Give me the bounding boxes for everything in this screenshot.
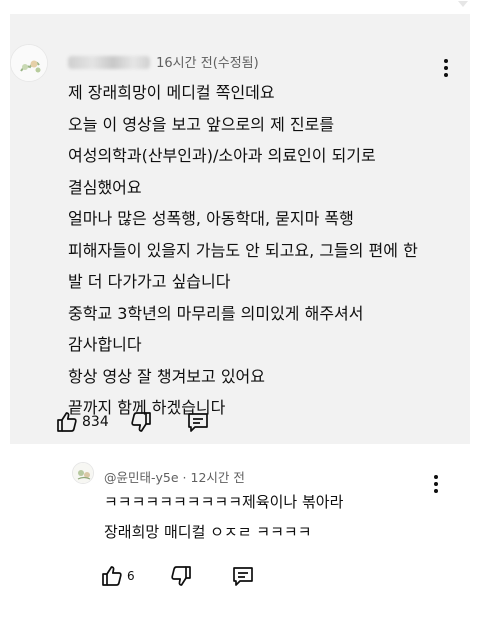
- more-vertical-icon[interactable]: [426, 472, 446, 496]
- reply-timestamp: 12시간 전: [190, 470, 245, 485]
- author-name-redacted[interactable]: [68, 56, 150, 69]
- reply-author[interactable]: @윤민태-y5e: [104, 470, 179, 485]
- previous-comment-strip: [0, 0, 480, 14]
- reply-actions: 6: [100, 562, 255, 590]
- thumbs-up-icon[interactable]: [100, 564, 124, 588]
- avatar-image: [11, 45, 47, 81]
- comment-line: 얼마나 많은 성폭행, 아동학대, 묻지마 폭행: [68, 209, 354, 228]
- comment-timestamp: 16시간 전(수정됨): [156, 56, 259, 71]
- thumbs-down-icon[interactable]: [169, 564, 193, 588]
- comment-line: 감사합니다: [68, 335, 142, 354]
- meta-separator: ·: [182, 470, 187, 485]
- comment-card: 16시간 전(수정됨) 제 장래희망이 메디컬 쪽인데요 오늘 이 영상을 보고…: [10, 14, 470, 444]
- comment-text: 제 장래희망이 메디컬 쪽인데요 오늘 이 영상을 보고 앞으로의 제 진로를 …: [68, 77, 458, 424]
- avatar[interactable]: [10, 44, 48, 82]
- reply-icon[interactable]: [186, 410, 210, 434]
- chevron-down-icon: [458, 1, 468, 7]
- comment-line: 제 장래희망이 메디컬 쪽인데요: [68, 83, 275, 102]
- comment-line: 오늘 이 영상을 보고 앞으로의 제 진로를: [68, 114, 335, 134]
- comment-meta: 16시간 전(수정됨): [68, 52, 259, 71]
- reply-avatar[interactable]: [72, 462, 94, 484]
- reply-line: 장래희망 매디컬 ㅇㅈㄹ ㅋㅋㅋㅋ: [104, 523, 312, 541]
- like-count: 834: [82, 414, 109, 430]
- comment-line: 결심했어요: [68, 177, 142, 197]
- comment-line: 항상 영상 잘 챙겨보고 있어요: [68, 366, 265, 386]
- reply-line: ㅋㅋㅋㅋㅋㅋㅋㅋㅋㅋ제육이나 볶아라: [104, 493, 344, 511]
- reply-meta: @윤민태-y5e · 12시간 전: [104, 467, 245, 486]
- reply-text: ㅋㅋㅋㅋㅋㅋㅋㅋㅋㅋ제육이나 볶아라 장래희망 매디컬 ㅇㅈㄹ ㅋㅋㅋㅋ: [104, 487, 343, 547]
- comment-line: 여성의학과(산부인과)/소아과 의료인이 되기로: [68, 146, 376, 165]
- comment-line: 발 더 다가가고 싶습니다: [68, 272, 231, 291]
- thumbs-down-icon[interactable]: [129, 410, 153, 434]
- comment-actions: 834: [55, 408, 210, 436]
- reply-icon[interactable]: [231, 564, 255, 588]
- thumbs-up-icon[interactable]: [55, 410, 79, 434]
- comment-line: 중학교 3학년의 마무리를 의미있게 해주셔서: [68, 303, 364, 323]
- comment-line: 피해자들이 있을지 가늠도 안 되고요, 그들의 편에 한: [68, 240, 418, 260]
- like-count: 6: [127, 569, 135, 583]
- avatar-image: [73, 463, 93, 483]
